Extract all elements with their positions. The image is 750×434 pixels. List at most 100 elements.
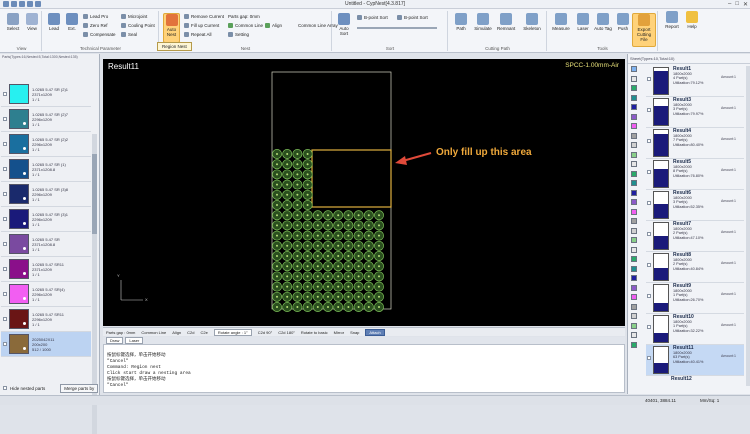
- cooling-point-button[interactable]: Cooling Point: [121, 23, 155, 28]
- color-swatch[interactable]: [631, 303, 637, 310]
- color-swatch[interactable]: [631, 123, 637, 129]
- result-item[interactable]: Result9 1800x2000 1 Part(s) Utilization:26.…: [646, 283, 744, 314]
- minimize-icon[interactable]: –: [728, 1, 731, 8]
- color-swatch[interactable]: [631, 161, 637, 167]
- item-checkbox[interactable]: [3, 92, 7, 96]
- color-swatch[interactable]: [631, 142, 637, 148]
- parts-list[interactable]: 1.0265 5.47 SR (2)1 2371x1209 1 / 1 1.0265 …: [1, 82, 91, 433]
- color-swatch[interactable]: [631, 66, 637, 72]
- hide-nested-checkbox[interactable]: [3, 386, 7, 390]
- color-swatch[interactable]: [631, 322, 637, 329]
- item-checkbox[interactable]: [3, 267, 7, 271]
- color-swatch[interactable]: [631, 275, 637, 281]
- result-item[interactable]: Result1 1800x2000 4 Part(s) Utilization:79.…: [646, 66, 744, 97]
- rotate-basic-option[interactable]: Rotate to basic: [301, 330, 328, 335]
- seal-button[interactable]: Seal: [121, 32, 137, 37]
- align-checkbox[interactable]: Align: [172, 330, 181, 335]
- color-swatch[interactable]: [631, 294, 637, 300]
- result-checkbox[interactable]: [647, 77, 651, 81]
- merge-parts-button[interactable]: Merge parts by: [60, 383, 99, 393]
- color-swatch[interactable]: [631, 284, 637, 291]
- parts-gap-label[interactable]: Parts gap : 0mm: [106, 330, 135, 335]
- item-checkbox[interactable]: [3, 117, 7, 121]
- color-swatch[interactable]: [631, 208, 637, 215]
- result-checkbox[interactable]: [647, 170, 651, 174]
- color-swatch[interactable]: [631, 180, 637, 186]
- mirror-option[interactable]: Mirror: [334, 330, 344, 335]
- common-line-array-button[interactable]: Common Line Array: [298, 23, 338, 28]
- color-swatch[interactable]: [631, 132, 637, 139]
- color-swatch[interactable]: [631, 256, 637, 262]
- microjoint-button[interactable]: Microjoint: [121, 14, 147, 19]
- list-item[interactable]: 1.0265 5.47 SR 2371x1208.8 1 / 1: [1, 232, 91, 257]
- item-checkbox[interactable]: [3, 292, 7, 296]
- parts-gap-field[interactable]: Parts gap: 0mm: [228, 14, 260, 19]
- color-swatch[interactable]: [631, 246, 637, 253]
- result-item[interactable]: Result10 1800x2000 1 Part(s) Utilization:32…: [646, 314, 744, 345]
- b-point-sort-button-2[interactable]: B-point Sort: [397, 15, 428, 20]
- b-point-sort-button[interactable]: B-point Sort: [357, 15, 388, 20]
- c2d-180-option[interactable]: C2d 180°: [278, 330, 295, 335]
- color-swatch[interactable]: [631, 151, 637, 158]
- path-button[interactable]: Path: [452, 13, 470, 31]
- laser-button[interactable]: Laser: [574, 13, 592, 31]
- setting-button[interactable]: Setting: [228, 32, 249, 37]
- skeleton-button[interactable]: Skeleton: [520, 13, 544, 31]
- result-item[interactable]: Result8 1800x2000 2 Part(s) Utilization:40.…: [646, 252, 744, 283]
- item-checkbox[interactable]: [3, 217, 7, 221]
- sort-slider[interactable]: [357, 27, 437, 29]
- list-item[interactable]: 1.0265 5.47 SR (2)1 2371x1209 1 / 1: [1, 82, 91, 107]
- item-checkbox[interactable]: [3, 167, 7, 171]
- report-button[interactable]: Report: [662, 11, 682, 29]
- zero-ref-button[interactable]: Zero Ref: [83, 23, 108, 28]
- auto-tag-button[interactable]: Auto Tag: [594, 13, 612, 31]
- results-scrollbar[interactable]: [746, 66, 750, 386]
- list-item[interactable]: 1.0265 5.47 SR (1) 2371x1208.8 1 / 1: [1, 157, 91, 182]
- item-checkbox[interactable]: [3, 242, 7, 246]
- c2d-90-option[interactable]: C2d 90°: [258, 330, 273, 335]
- nest-canvas[interactable]: Result11 SPCC-1.00mm-Air Y X: [103, 59, 625, 326]
- measure-button[interactable]: Measure: [550, 13, 572, 31]
- result-item[interactable]: Result12: [646, 376, 744, 394]
- export-cutting-file-button[interactable]: Export Cutting File: [632, 13, 656, 47]
- simulate-button[interactable]: Simulate: [474, 13, 492, 31]
- result-item[interactable]: Result4 1800x2000 7 Part(s) Utilization:80.…: [646, 128, 744, 159]
- list-item[interactable]: 1.0265 5.47 SR (2)2 2296x1209 1 / 1: [1, 132, 91, 157]
- result-checkbox[interactable]: [647, 356, 651, 360]
- nest-drawing[interactable]: [103, 59, 625, 326]
- auto-nest-button[interactable]: Auto Nest: [163, 13, 180, 43]
- result-checkbox[interactable]: [647, 201, 651, 205]
- color-swatch[interactable]: [631, 85, 637, 91]
- result-checkbox[interactable]: [647, 325, 651, 329]
- view-button[interactable]: View: [23, 13, 41, 31]
- item-checkbox[interactable]: [3, 342, 7, 346]
- ext-button[interactable]: Ext.: [63, 13, 81, 31]
- push-button[interactable]: Push: [614, 13, 632, 31]
- list-item[interactable]: 1.0265 5.47 SR11 2296x1209 1 / 1: [1, 307, 91, 332]
- lead-button[interactable]: Lead: [45, 13, 63, 31]
- attach-button[interactable]: Attach: [365, 328, 385, 336]
- list-item[interactable]: 2025042X11 200x200 512 / 1000: [1, 332, 91, 357]
- color-swatch[interactable]: [631, 265, 637, 272]
- common-line-checkbox[interactable]: Common Line Align: [228, 23, 282, 28]
- list-item[interactable]: 1.0265 5.47 SR (3)8 2296x1209 1 / 1: [1, 182, 91, 207]
- maximize-icon[interactable]: □: [735, 1, 739, 8]
- color-swatch[interactable]: [631, 341, 637, 348]
- color-swatch[interactable]: [631, 332, 637, 338]
- fill-up-current-button[interactable]: Fill up Current: [184, 23, 219, 28]
- list-item[interactable]: 1.0265 5.47 SR11 2371x1209 1 / 1: [1, 257, 91, 282]
- result-item[interactable]: Result7 1800x2000 2 Part(s) Utilization:47.…: [646, 221, 744, 252]
- window-controls[interactable]: – □ ✕: [728, 1, 748, 8]
- compensate-button[interactable]: Compensate: [83, 32, 116, 37]
- color-swatch[interactable]: [631, 75, 637, 82]
- result-checkbox[interactable]: [647, 294, 651, 298]
- color-swatch[interactable]: [631, 227, 637, 234]
- color-swatch[interactable]: [631, 237, 637, 243]
- result-checkbox[interactable]: [647, 232, 651, 236]
- c2d-option[interactable]: C2d: [187, 330, 194, 335]
- result-checkbox[interactable]: [647, 263, 651, 267]
- color-swatch[interactable]: [631, 199, 637, 205]
- lead-prop-button[interactable]: Lead Pro: [83, 14, 108, 19]
- result-item[interactable]: Result3 1800x2000 3 Part(s) Utilization:79.…: [646, 97, 744, 128]
- close-icon[interactable]: ✕: [743, 1, 748, 8]
